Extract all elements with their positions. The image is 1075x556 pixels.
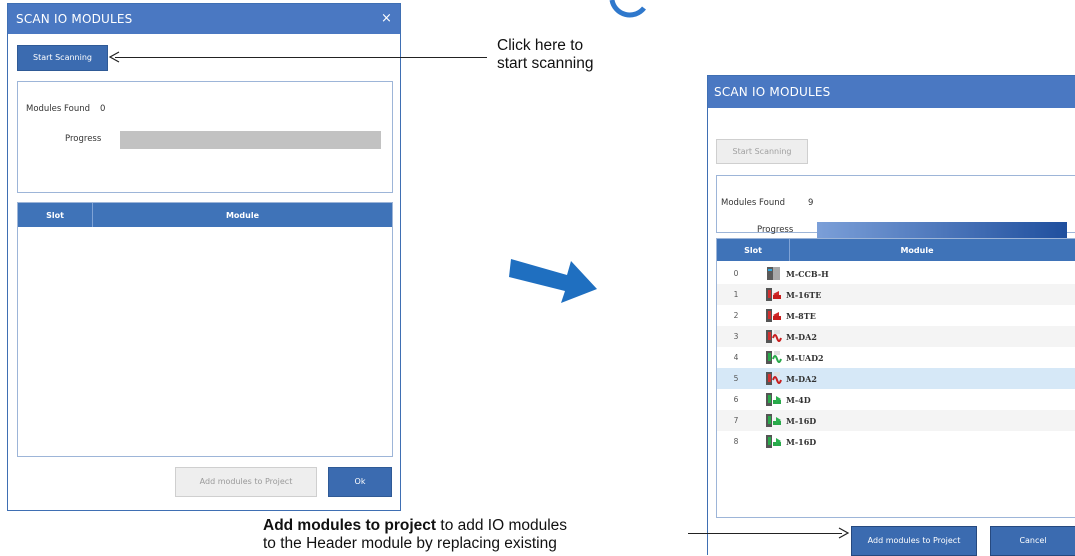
table-row[interactable]: 2 M-8TE bbox=[717, 305, 1075, 326]
close-icon[interactable]: × bbox=[381, 11, 392, 26]
progress-bar bbox=[120, 131, 381, 149]
right-scan-status-group: Modules Found 9 Progress bbox=[716, 175, 1075, 238]
slot-cell: 4 bbox=[733, 353, 739, 362]
module-cell: M-DA2 bbox=[765, 329, 817, 344]
input-module-icon bbox=[765, 434, 783, 449]
cancel-button[interactable]: Cancel bbox=[990, 526, 1075, 556]
left-dialog-title: SCAN IO MODULES bbox=[16, 12, 133, 26]
module-cell: M-UAD2 bbox=[765, 350, 824, 365]
right-title-bar: SCAN IO MODULES bbox=[708, 76, 1075, 108]
module-name: M-16D bbox=[786, 436, 817, 447]
progress-label: Progress bbox=[757, 225, 794, 235]
add-callout-text: Add modules to project to add IO modules… bbox=[263, 517, 567, 553]
add-callout-line bbox=[688, 533, 842, 534]
analog-output-module-icon bbox=[765, 329, 783, 344]
input-module-icon bbox=[765, 413, 783, 428]
module-name: M-8TE bbox=[786, 310, 816, 321]
table-row[interactable]: 0 M-CCB-H bbox=[717, 263, 1075, 284]
output-module-icon bbox=[765, 308, 783, 323]
add-callout-arrowhead bbox=[838, 527, 850, 539]
left-title-bar: SCAN IO MODULES × bbox=[8, 4, 400, 34]
right-dialog-title: SCAN IO MODULES bbox=[714, 85, 831, 99]
add-callout-bold: Add modules to project bbox=[263, 517, 437, 534]
modules-found-label: Modules Found bbox=[26, 104, 90, 114]
progress-bar-complete bbox=[817, 222, 1067, 238]
input-module-icon bbox=[765, 392, 783, 407]
module-name: M-4D bbox=[786, 394, 811, 405]
header-module-icon bbox=[765, 266, 783, 281]
module-name: M-UAD2 bbox=[786, 352, 824, 363]
start-callout-text: Click here to start scanning bbox=[497, 37, 594, 73]
column-header-module[interactable]: Module bbox=[93, 203, 392, 227]
module-name: M-DA2 bbox=[786, 373, 817, 384]
ok-button[interactable]: Ok bbox=[328, 467, 392, 497]
module-name: M-CCB-H bbox=[786, 268, 829, 279]
start-scanning-button[interactable]: Start Scanning bbox=[17, 45, 108, 71]
column-header-slot[interactable]: Slot bbox=[18, 203, 92, 227]
start-callout-line1: Click here to bbox=[497, 37, 584, 54]
left-modules-table: Slot Module bbox=[17, 202, 393, 457]
column-header-module[interactable]: Module bbox=[790, 239, 1044, 261]
slot-cell: 5 bbox=[733, 374, 739, 383]
table-row[interactable]: 5 M-DA2 bbox=[717, 368, 1075, 389]
slot-cell: 2 bbox=[733, 311, 739, 320]
slot-cell: 8 bbox=[733, 437, 739, 446]
transition-arrow-icon bbox=[509, 259, 597, 303]
start-callout-arrowhead bbox=[108, 51, 120, 63]
table-row[interactable]: 1 M-16TE bbox=[717, 284, 1075, 305]
table-row[interactable]: 4 M-UAD2 bbox=[717, 347, 1075, 368]
add-callout-rest: to add IO modules bbox=[436, 517, 568, 534]
module-cell: M-DA2 bbox=[765, 371, 817, 386]
left-table-header: Slot Module bbox=[18, 203, 392, 227]
module-cell: M-16D bbox=[765, 434, 816, 449]
slot-cell: 7 bbox=[733, 416, 739, 425]
left-scan-dialog: SCAN IO MODULES × Start Scanning Modules… bbox=[7, 3, 401, 511]
module-name: M-16TE bbox=[786, 289, 822, 300]
modules-found-label: Modules Found bbox=[721, 198, 785, 208]
table-row[interactable]: 3 M-DA2 bbox=[717, 326, 1075, 347]
module-name: M-DA2 bbox=[786, 331, 817, 342]
column-header-slot[interactable]: Slot bbox=[717, 239, 789, 261]
slot-cell: 1 bbox=[733, 290, 739, 299]
analog-input-module-icon bbox=[765, 350, 783, 365]
module-cell: M-16D bbox=[765, 413, 816, 428]
right-table-header: Slot Module bbox=[717, 239, 1075, 261]
right-modules-table: Slot Module 0 M-CCB-H 1 M-16TE 2 M-8TE 3 M-DA2 4… bbox=[716, 238, 1075, 518]
module-cell: M-8TE bbox=[765, 308, 816, 323]
table-row[interactable]: 7 M-16D bbox=[717, 410, 1075, 431]
start-callout-line bbox=[115, 57, 487, 58]
module-cell: M-CCB-H bbox=[765, 266, 829, 281]
output-module-icon bbox=[765, 287, 783, 302]
slot-cell: 6 bbox=[733, 395, 739, 404]
table-row[interactable]: 8 M-16D bbox=[717, 431, 1075, 452]
add-modules-to-project-button[interactable]: Add modules to Project bbox=[851, 526, 977, 556]
add-callout-line2: to the Header module by replacing existi… bbox=[263, 535, 557, 552]
add-modules-to-project-button[interactable]: Add modules to Project bbox=[175, 467, 317, 497]
modules-found-value: 9 bbox=[808, 198, 814, 208]
start-callout-line2: start scanning bbox=[497, 55, 594, 72]
slot-cell: 0 bbox=[733, 269, 739, 278]
analog-output-module-icon bbox=[765, 371, 783, 386]
left-scan-status-group: Modules Found 0 Progress bbox=[17, 81, 393, 193]
slot-cell: 3 bbox=[733, 332, 739, 341]
modules-found-value: 0 bbox=[100, 104, 106, 114]
right-scan-dialog: SCAN IO MODULES Start Scanning Modules F… bbox=[707, 75, 1075, 556]
module-cell: M-4D bbox=[765, 392, 811, 407]
table-row[interactable]: 6 M-4D bbox=[717, 389, 1075, 410]
progress-label: Progress bbox=[65, 134, 102, 144]
start-scanning-button-disabled[interactable]: Start Scanning bbox=[716, 139, 808, 164]
module-name: M-16D bbox=[786, 415, 817, 426]
decorative-circle-fragment bbox=[609, 0, 646, 18]
module-cell: M-16TE bbox=[765, 287, 821, 302]
